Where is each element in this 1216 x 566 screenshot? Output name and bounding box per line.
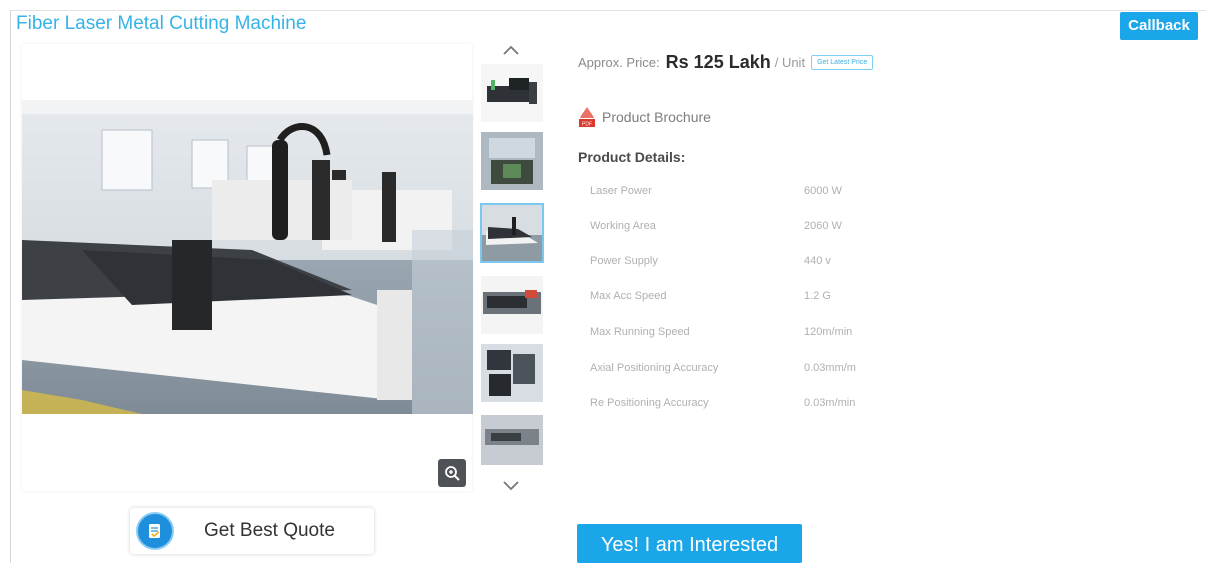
product-title: Fiber Laser Metal Cutting Machine (16, 13, 307, 34)
pdf-icon: PDF (579, 107, 595, 128)
zoom-button[interactable] (438, 459, 466, 487)
spec-label: Working Area (590, 220, 656, 232)
main-product-image[interactable] (22, 100, 473, 414)
spec-label: Axial Positioning Accuracy (590, 362, 719, 374)
spec-value: 120m/min (804, 326, 853, 338)
thumbnails-down-button[interactable] (500, 478, 522, 494)
product-details-heading: Product Details: (578, 149, 686, 165)
thumbnail-5[interactable] (481, 344, 543, 402)
main-image-viewer (22, 44, 473, 491)
product-brochure-link[interactable]: PDF Product Brochure (578, 106, 711, 128)
spec-value: 440 v (804, 255, 831, 267)
brochure-label: Product Brochure (602, 109, 711, 125)
price-value: Rs 125 Lakh (665, 52, 771, 72)
quote-button-label: Get Best Quote (204, 520, 335, 541)
thumbnail-4[interactable] (481, 276, 543, 334)
spec-label: Max Running Speed (590, 326, 690, 338)
callback-button[interactable]: Callback (1120, 12, 1198, 40)
document-check-icon (149, 524, 160, 538)
get-latest-price-button[interactable]: Get Latest Price (811, 55, 874, 70)
thumbnail-image (482, 205, 542, 261)
thumbnail-6[interactable] (481, 415, 543, 465)
spec-value: 1.2 G (804, 290, 831, 302)
thumbnail-image (481, 344, 543, 402)
thumbnail-1[interactable] (481, 64, 543, 122)
thumbnail-3[interactable] (480, 203, 544, 263)
price-prefix: Approx. Price: (578, 55, 660, 70)
spec-value: 6000 W (804, 185, 842, 197)
thumbnail-image (481, 132, 543, 190)
thumbnail-image (481, 276, 543, 334)
get-best-quote-button[interactable]: Get Best Quote (130, 508, 374, 554)
thumbnail-image (481, 64, 543, 122)
thumbnail-image (481, 415, 543, 465)
spec-value: 0.03mm/m (804, 362, 856, 374)
price-unit: / Unit (774, 55, 806, 70)
chevron-down-icon (503, 481, 519, 491)
machine-photo (22, 100, 473, 414)
spec-label: Re Positioning Accuracy (590, 397, 709, 409)
svg-text:PDF: PDF (582, 122, 592, 128)
price-row: Approx. Price: Rs 125 Lakh / Unit Get La… (578, 52, 874, 73)
spec-label: Max Acc Speed (590, 290, 667, 302)
spec-value: 2060 W (804, 220, 842, 232)
spec-label: Laser Power (590, 185, 652, 197)
quote-icon (136, 512, 174, 550)
spec-label: Power Supply (590, 255, 658, 267)
zoom-in-icon (445, 466, 460, 481)
thumbnail-2[interactable] (481, 132, 543, 190)
chevron-up-icon (503, 45, 519, 55)
thumbnails-up-button[interactable] (500, 42, 522, 58)
interested-button[interactable]: Yes! I am Interested (577, 524, 802, 563)
spec-value: 0.03m/min (804, 397, 856, 409)
